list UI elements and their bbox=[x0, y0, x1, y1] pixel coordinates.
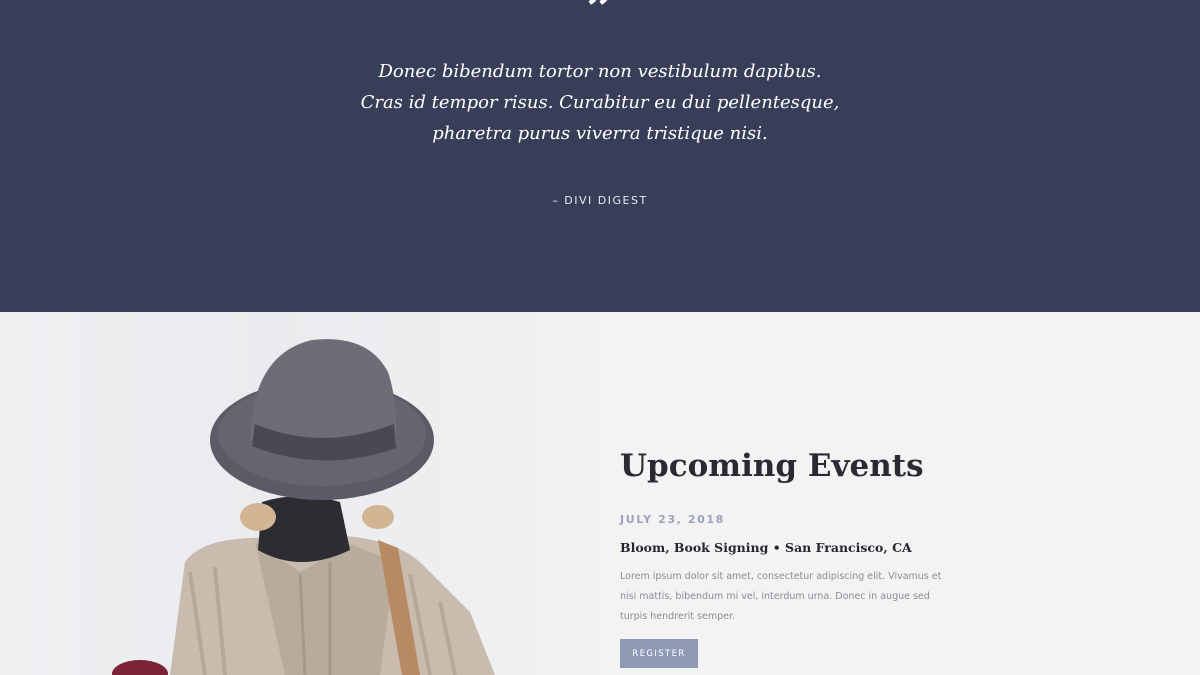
testimonial-section: ” Donec bibendum tortor non vestibulum d… bbox=[0, 0, 1200, 312]
woman-in-hat-photo bbox=[0, 312, 600, 675]
quote-line: pharetra purus viverra tristique nisi. bbox=[432, 123, 768, 144]
event-description: Lorem ipsum dolor sit amet, consectetur … bbox=[620, 571, 942, 622]
quote-line: Cras id tempor risus. Curabitur eu dui p… bbox=[360, 92, 840, 113]
events-heading: Upcoming Events bbox=[620, 447, 924, 484]
testimonial-quote: Donec bibendum tortor non vestibulum dap… bbox=[300, 56, 900, 149]
event-date: JULY 23, 2018 bbox=[620, 513, 725, 526]
photo-illustration bbox=[112, 339, 495, 675]
quote-line: Donec bibendum tortor non vestibulum dap… bbox=[378, 61, 822, 82]
quote-mark-icon: ” bbox=[586, 0, 614, 38]
events-section: Upcoming Events JULY 23, 2018 Bloom, Boo… bbox=[0, 312, 1200, 675]
testimonial-author: – DIVI DIGEST bbox=[552, 194, 648, 207]
event-title: Bloom, Book Signing • San Francisco, CA bbox=[620, 540, 912, 555]
register-button[interactable]: REGISTER bbox=[620, 639, 698, 668]
